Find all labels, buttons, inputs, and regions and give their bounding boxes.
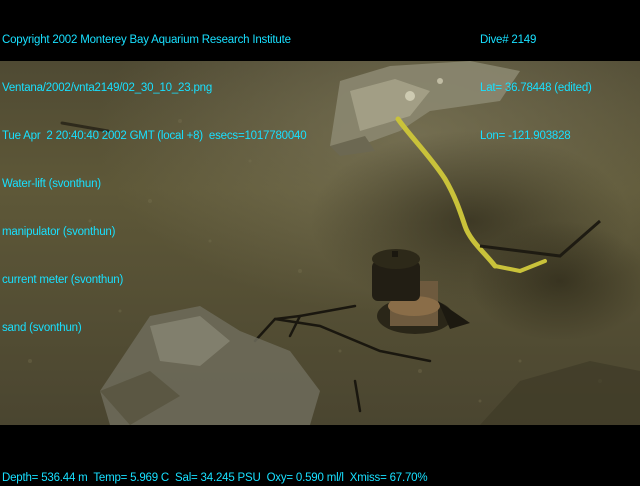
header-overlay: Copyright 2002 Monterey Bay Aquarium Res…	[2, 0, 307, 368]
annotation-sand: sand (svonthun)	[2, 322, 82, 334]
longitude: Lon= -121.903828	[480, 130, 571, 142]
dive-number: Dive# 2149	[480, 34, 537, 46]
annotation-water-lift: Water-lift (svonthun)	[2, 178, 101, 190]
annotation-current-meter: current meter (svonthun)	[2, 274, 124, 286]
datetime-line: Tue Apr 2 20:40:40 2002 GMT (local +8) e…	[2, 130, 307, 142]
nav-overlay: Dive# 2149 Lat= 36.78448 (edited) Lon= -…	[480, 0, 592, 176]
annotation-manipulator: manipulator (svonthun)	[2, 226, 116, 238]
latitude: Lat= 36.78448 (edited)	[480, 82, 592, 94]
telemetry-line: Depth= 536.44 m Temp= 5.969 C Sal= 34.24…	[2, 472, 428, 484]
file-path-line: Ventana/2002/vnta2149/02_30_10_23.png	[2, 82, 213, 94]
copyright-line: Copyright 2002 Monterey Bay Aquarium Res…	[2, 34, 291, 46]
video-frame: Copyright 2002 Monterey Bay Aquarium Res…	[0, 0, 640, 486]
